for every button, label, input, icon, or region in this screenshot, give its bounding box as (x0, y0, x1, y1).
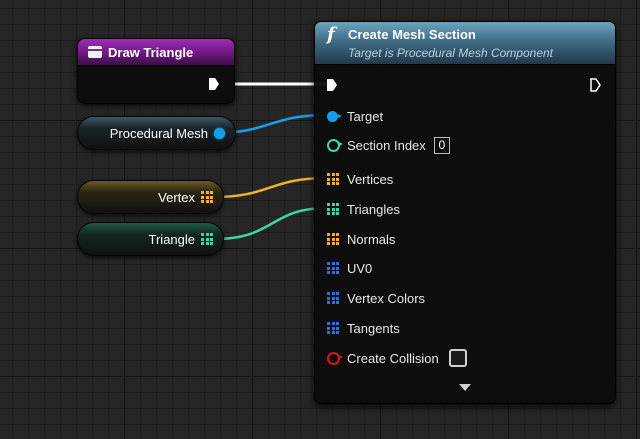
pin-target[interactable]: Target (327, 107, 383, 125)
pin-triangles-label: Triangles (347, 201, 400, 217)
vertex-label: Vertex (158, 189, 195, 205)
pin-create-collision[interactable]: Create Collision (327, 349, 467, 367)
pin-target-label: Target (347, 108, 384, 124)
pin-triangles[interactable]: Triangles (327, 200, 400, 218)
pin-vertex-colors[interactable]: Vertex Colors (327, 289, 425, 307)
array-pin-icon[interactable] (201, 233, 213, 245)
create-mesh-section-node[interactable]: f Create Mesh Section Target is Procedur… (314, 21, 616, 404)
draw-triangle-event-node[interactable]: Draw Triangle (77, 38, 235, 104)
object-pin-icon[interactable] (214, 127, 225, 139)
exec-out-pin-icon[interactable] (590, 78, 601, 92)
create-collision-checkbox[interactable] (448, 349, 467, 367)
vertex-variable[interactable]: Vertex (77, 180, 224, 214)
pin-vertex-colors-label: Vertex Colors (347, 290, 426, 306)
pin-section-index[interactable]: Section Index 0 (327, 136, 450, 154)
triangle-triangles-wire (213, 206, 328, 241)
procedural-mesh-label: Procedural Mesh (109, 125, 208, 141)
object-pin-icon[interactable] (327, 110, 342, 122)
array-pin-icon[interactable] (327, 322, 339, 334)
bool-pin-icon[interactable] (327, 351, 343, 365)
triangle-label: Triangle (148, 231, 195, 247)
int-pin-icon[interactable] (327, 138, 343, 152)
pin-tangents-label: Tangents (347, 320, 400, 336)
section-index-input[interactable]: 0 (433, 136, 450, 154)
array-pin-icon[interactable] (201, 191, 213, 203)
pin-vertices-label: Vertices (347, 171, 394, 187)
array-pin-icon[interactable] (327, 233, 339, 245)
function-icon: f (327, 24, 335, 45)
pin-normals-label: Normals (347, 231, 396, 247)
event-title: Draw Triangle (108, 44, 194, 60)
pin-vertices[interactable]: Vertices (327, 170, 393, 188)
event-icon (88, 46, 102, 58)
array-pin-icon[interactable] (327, 173, 339, 185)
vertex-vertices-wire (213, 176, 328, 199)
array-pin-icon[interactable] (327, 262, 339, 274)
event-header: Draw Triangle (78, 39, 234, 66)
exec-in-pin-icon[interactable] (327, 79, 337, 91)
pin-normals[interactable]: Normals (327, 230, 395, 248)
pin-uv0-label: UV0 (347, 260, 373, 276)
exec-out-pin-icon[interactable] (209, 78, 219, 90)
array-pin-icon[interactable] (327, 292, 339, 304)
pin-uv0[interactable]: UV0 (327, 259, 372, 277)
function-subtitle: Target is Procedural Mesh Component (348, 46, 553, 60)
pin-create-collision-label: Create Collision (347, 350, 439, 366)
pin-section-index-label: Section Index (347, 137, 426, 153)
function-title: Create Mesh Section (348, 27, 476, 42)
pin-tangents[interactable]: Tangents (327, 319, 400, 337)
procedural-mesh-variable[interactable]: Procedural Mesh (77, 116, 236, 150)
function-header: f Create Mesh Section Target is Procedur… (315, 22, 615, 65)
triangle-variable[interactable]: Triangle (77, 222, 224, 256)
array-pin-icon[interactable] (327, 203, 339, 215)
expand-arrow-icon[interactable] (459, 384, 471, 391)
